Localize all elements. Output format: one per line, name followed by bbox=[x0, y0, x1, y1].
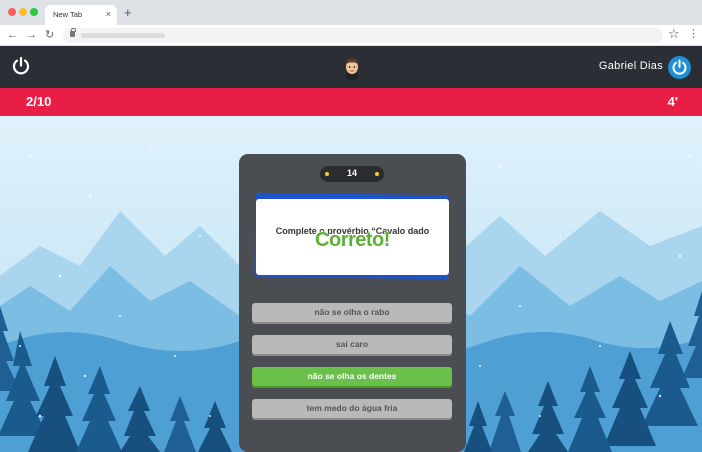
quiz-progress-bar: 2/10 4' bbox=[0, 88, 702, 116]
new-tab-button[interactable]: + bbox=[124, 6, 132, 20]
power-icon[interactable] bbox=[11, 56, 31, 76]
answer-option-2[interactable]: sai caro bbox=[252, 335, 452, 354]
quiz-panel: 14 Complete o provérbio “Cavalo dado Cor… bbox=[239, 154, 466, 452]
question-counter: 2/10 bbox=[26, 94, 52, 109]
browser-tabbar: New Tab × + bbox=[0, 0, 702, 25]
answer-option-3[interactable]: não se olha os dentes bbox=[252, 367, 452, 386]
time-left: 4' bbox=[667, 94, 678, 109]
bookmark-star-icon[interactable]: ☆ bbox=[668, 26, 680, 42]
answer-option-4[interactable]: tem medo do água fria bbox=[252, 399, 452, 418]
score-dot-icon bbox=[375, 172, 379, 176]
browser-tab[interactable]: New Tab × bbox=[45, 5, 117, 25]
reload-icon[interactable]: ↻ bbox=[45, 27, 54, 43]
back-icon[interactable]: ← bbox=[7, 27, 18, 43]
avatar[interactable] bbox=[341, 56, 363, 80]
score-badge: 14 bbox=[320, 166, 384, 182]
logout-button[interactable] bbox=[668, 56, 691, 79]
user-name: Gabriel Dias bbox=[598, 60, 663, 72]
answer-feedback: Correto! bbox=[315, 229, 390, 251]
browser-menu-icon[interactable]: ⋮ bbox=[688, 26, 699, 42]
forward-icon[interactable]: → bbox=[26, 27, 37, 43]
address-bar[interactable] bbox=[63, 28, 663, 43]
close-window-button[interactable] bbox=[8, 8, 16, 16]
browser-toolbar: ← → ↻ ☆ ⋮ bbox=[0, 25, 702, 46]
lock-icon bbox=[70, 28, 76, 37]
url-text bbox=[81, 33, 165, 38]
question-card: Complete o provérbio “Cavalo dado Corret… bbox=[256, 199, 449, 275]
maximize-window-button[interactable] bbox=[30, 8, 38, 16]
power-icon bbox=[672, 59, 687, 75]
tab-title: New Tab bbox=[53, 10, 83, 19]
answer-option-1[interactable]: não se olha o rabo bbox=[252, 303, 452, 322]
app-header: Gabriel Dias bbox=[0, 46, 702, 88]
minimize-window-button[interactable] bbox=[19, 8, 27, 16]
tab-close-icon[interactable]: × bbox=[106, 8, 111, 20]
